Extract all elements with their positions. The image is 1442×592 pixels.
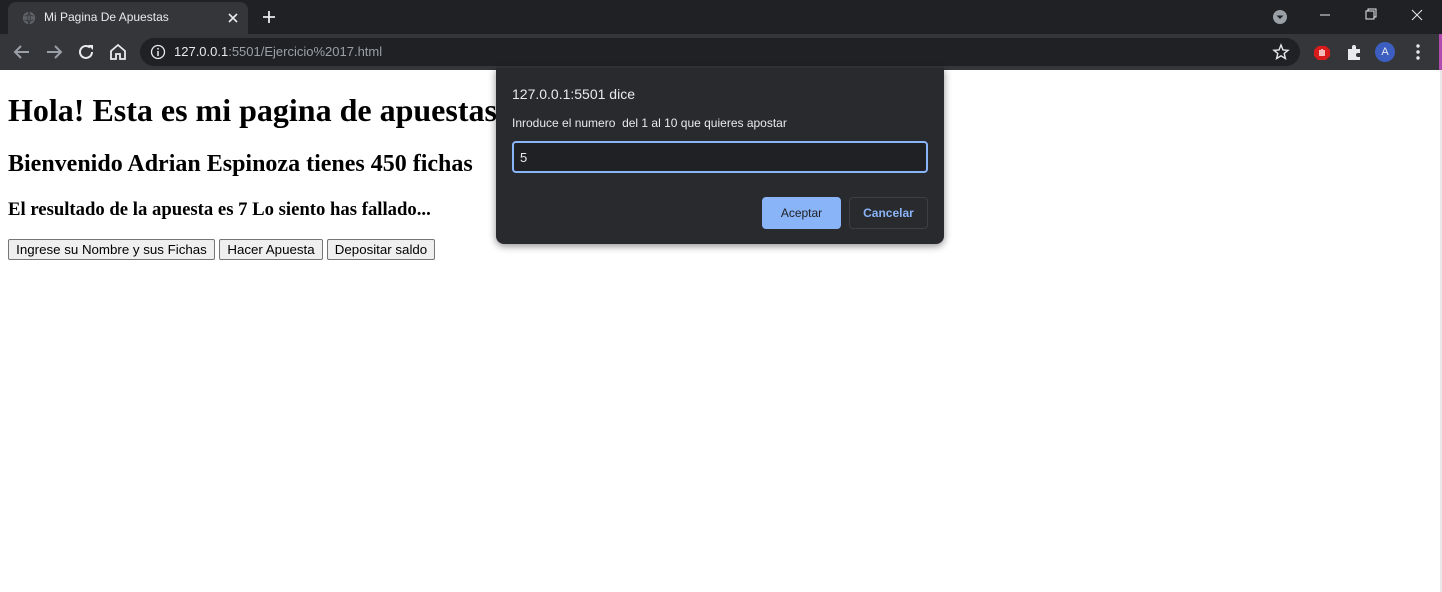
url-text: 127.0.0.1:5501/Ejercicio%2017.html — [174, 44, 382, 59]
new-tab-icon[interactable] — [259, 7, 279, 27]
profile-avatar[interactable]: A — [1375, 42, 1395, 62]
tab-search-icon[interactable] — [1271, 8, 1289, 26]
close-tab-icon[interactable] — [224, 9, 242, 27]
bet-number-input[interactable] — [512, 141, 928, 173]
restore-icon[interactable] — [1348, 0, 1394, 30]
url-path: :5501/Ejercicio%2017.html — [228, 44, 383, 59]
register-button[interactable]: Ingrese su Nombre y sus Fichas — [8, 239, 215, 260]
page-heading: Hola! Esta es mi pagina de apuestas — [8, 92, 497, 128]
bookmark-star-icon[interactable] — [1272, 43, 1290, 61]
url-host: 127.0.0.1 — [174, 44, 229, 59]
deposit-button[interactable]: Depositar saldo — [327, 239, 435, 260]
browser-toolbar: 127.0.0.1:5501/Ejercicio%2017.html A — [0, 34, 1442, 70]
prompt-dialog: 127.0.0.1:5501 dice Inroduce el numero d… — [496, 68, 944, 244]
tab-strip: Mi Pagina De Apuestas — [0, 0, 1442, 34]
forward-arrow-icon[interactable] — [42, 40, 66, 64]
minimize-icon[interactable] — [1302, 0, 1348, 30]
accept-button[interactable]: Aceptar — [762, 197, 841, 229]
more-menu-icon[interactable] — [1408, 42, 1428, 62]
stop-hand-extension-icon[interactable] — [1312, 42, 1332, 62]
tab-title: Mi Pagina De Apuestas — [44, 10, 169, 24]
globe-icon — [22, 11, 36, 25]
reload-icon[interactable] — [74, 40, 98, 64]
home-icon[interactable] — [106, 40, 130, 64]
dialog-title: 127.0.0.1:5501 dice — [512, 86, 635, 102]
back-arrow-icon[interactable] — [10, 40, 34, 64]
bet-result-text: El resultado de la apuesta es 7 Lo sient… — [8, 199, 431, 220]
info-icon[interactable] — [150, 44, 166, 60]
place-bet-button[interactable]: Hacer Apuesta — [219, 239, 323, 260]
cancel-button[interactable]: Cancelar — [849, 197, 928, 229]
extensions-puzzle-icon[interactable] — [1344, 42, 1364, 62]
address-bar[interactable]: 127.0.0.1:5501/Ejercicio%2017.html — [140, 38, 1300, 66]
active-tab[interactable]: Mi Pagina De Apuestas — [8, 2, 248, 34]
window-close-icon[interactable] — [1394, 0, 1440, 30]
dialog-message: Inroduce el numero del 1 al 10 que quier… — [512, 116, 787, 130]
welcome-text: Bienvenido Adrian Espinoza tienes 450 fi… — [8, 151, 473, 177]
